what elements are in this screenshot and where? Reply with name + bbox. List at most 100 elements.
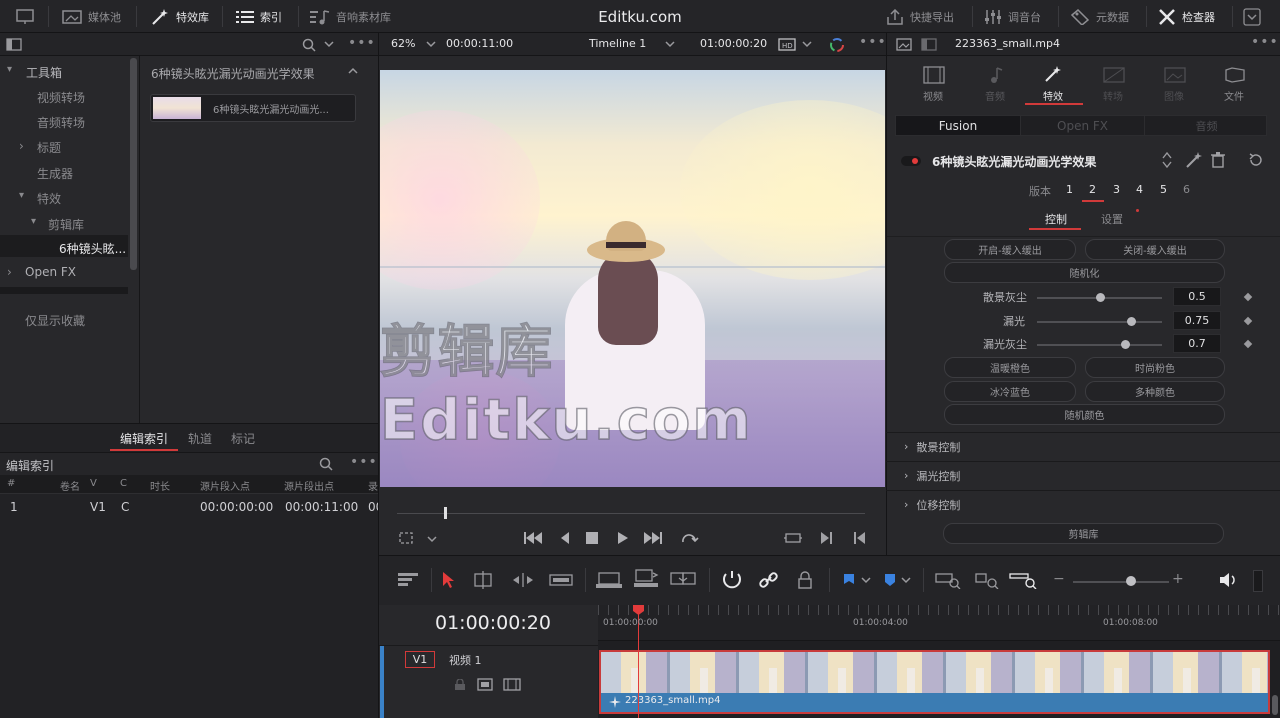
version-2[interactable]: 2 bbox=[1089, 183, 1096, 196]
tab-image-icon-wrap[interactable] bbox=[1164, 66, 1186, 87]
more-options-icon[interactable]: ••• bbox=[859, 34, 887, 50]
next-edit-icon[interactable] bbox=[820, 531, 834, 545]
more-options-icon[interactable]: ••• bbox=[348, 35, 376, 51]
selection-pointer-icon[interactable] bbox=[441, 571, 455, 589]
table-row[interactable]: 1 V1 C 00:00:00:00 00:00:11:00 00 bbox=[0, 496, 383, 518]
linked-selection-icon[interactable] bbox=[759, 571, 779, 589]
timeline-tracks-area[interactable]: 223363_small.mp4 bbox=[598, 605, 1280, 718]
keyframe-diamond-icon[interactable] bbox=[1243, 292, 1253, 302]
disable-track-icon[interactable] bbox=[503, 678, 521, 691]
dynamic-trim-icon[interactable] bbox=[511, 571, 535, 589]
value-bokeh-dust[interactable]: 0.5 bbox=[1173, 287, 1221, 306]
search-icon[interactable] bbox=[319, 457, 333, 471]
column-source-out[interactable]: 源片段出点 bbox=[284, 478, 334, 493]
more-options-icon[interactable]: ••• bbox=[350, 454, 378, 470]
track-lock-icon[interactable] bbox=[454, 679, 466, 691]
tab-audio-icon-wrap[interactable] bbox=[985, 66, 1003, 87]
slider-knob[interactable] bbox=[1120, 340, 1130, 349]
timeline-timecode[interactable]: 01:00:00:20 bbox=[435, 612, 551, 634]
match-frame-icon[interactable] bbox=[784, 531, 802, 545]
tab-edit-index[interactable]: 编辑索引 bbox=[120, 430, 168, 447]
color-wheel-icon[interactable] bbox=[828, 36, 846, 54]
tab-image[interactable]: 图像 bbox=[1164, 88, 1184, 103]
timeline-name[interactable]: Timeline 1 bbox=[589, 37, 646, 50]
slider-light-leak[interactable] bbox=[1037, 317, 1162, 326]
cold-blue-button[interactable]: 冰冷蓝色 bbox=[944, 381, 1076, 402]
tree-arrow-effects[interactable]: ▾ bbox=[19, 190, 24, 201]
overwrite-clip-icon[interactable] bbox=[633, 569, 659, 589]
tab-tracks[interactable]: 轨道 bbox=[188, 430, 212, 447]
effects-library-button[interactable]: 特效库 bbox=[150, 0, 209, 33]
skip-to-end-icon[interactable] bbox=[643, 531, 663, 545]
slider-knob[interactable] bbox=[1126, 317, 1136, 326]
insert-clip-icon[interactable] bbox=[595, 571, 623, 589]
tree-item-video-transitions[interactable]: 视频转场 bbox=[37, 89, 85, 106]
section-leak-control[interactable]: › 漏光控制 bbox=[886, 461, 1280, 489]
previous-edit-icon[interactable] bbox=[853, 531, 867, 545]
tab-effects-icon-wrap[interactable] bbox=[1043, 65, 1063, 86]
collapse-chevron-icon[interactable] bbox=[348, 67, 358, 74]
chevron-down-icon[interactable] bbox=[427, 536, 437, 543]
value-leak-dust[interactable]: 0.7 bbox=[1173, 334, 1221, 353]
tree-item-lens-flare[interactable]: 6种镜头眩... bbox=[59, 240, 126, 257]
tree-item-titles[interactable]: 标题 bbox=[37, 139, 61, 156]
hd-icon[interactable]: HD bbox=[778, 38, 796, 51]
zoom-in-icon[interactable]: + bbox=[1172, 571, 1184, 587]
favorites-only-toggle[interactable]: 仅显示收藏 bbox=[25, 312, 85, 329]
tab-video[interactable]: 视频 bbox=[923, 88, 943, 103]
quick-export-button[interactable]: 快捷导出 bbox=[886, 0, 954, 33]
magic-wand-icon[interactable] bbox=[1184, 151, 1204, 169]
speaker-icon[interactable] bbox=[1219, 572, 1237, 588]
chevron-down-icon[interactable] bbox=[861, 577, 871, 584]
chevron-down-icon[interactable] bbox=[802, 41, 812, 48]
tab-control[interactable]: 控制 bbox=[1045, 211, 1067, 227]
panel-split-icon[interactable] bbox=[921, 38, 937, 51]
subtab-fusion[interactable]: Fusion bbox=[896, 116, 1020, 135]
version-5[interactable]: 5 bbox=[1160, 183, 1167, 196]
metadata-button[interactable]: 元数据 bbox=[1070, 0, 1129, 33]
tab-settings[interactable]: 设置 bbox=[1101, 211, 1123, 227]
blade-edit-icon[interactable] bbox=[549, 571, 573, 589]
tree-item-openfx[interactable]: Open FX bbox=[25, 265, 76, 279]
column-reel[interactable]: 卷名 bbox=[60, 478, 80, 493]
timeline-vscrollbar[interactable] bbox=[1272, 695, 1278, 715]
search-icon[interactable] bbox=[302, 38, 316, 52]
tree-arrow-clip-library[interactable]: ▾ bbox=[31, 216, 36, 227]
marker-icon[interactable] bbox=[884, 573, 896, 587]
tab-effects[interactable]: 特效 bbox=[1043, 88, 1063, 103]
tree-arrow-toolbox[interactable]: ▾ bbox=[7, 64, 12, 75]
zoom-chevron-icon[interactable] bbox=[426, 41, 436, 48]
timeline-view-options-icon[interactable] bbox=[397, 572, 419, 588]
tree-item-clip-library[interactable]: 剪辑库 bbox=[48, 216, 84, 233]
sound-library-button[interactable]: 音响素材库 bbox=[310, 0, 391, 33]
tab-file-icon-wrap[interactable] bbox=[1224, 66, 1246, 87]
mixer-button[interactable]: 调音台 bbox=[984, 0, 1041, 33]
keyframe-diamond-icon[interactable] bbox=[1243, 339, 1253, 349]
loop-icon[interactable] bbox=[679, 530, 699, 546]
multi-color-button[interactable]: 多种颜色 bbox=[1085, 381, 1225, 402]
scrubber-playhead[interactable] bbox=[443, 507, 447, 519]
reset-icon[interactable] bbox=[1248, 152, 1264, 168]
ease-in-out-on-button[interactable]: 开启-缓入缓出 bbox=[944, 239, 1076, 260]
tree-scrollbar[interactable] bbox=[130, 58, 137, 270]
column-c[interactable]: C bbox=[120, 478, 127, 489]
track-destination-v1[interactable]: V1 bbox=[405, 651, 435, 668]
zoom-level[interactable]: 62% bbox=[391, 37, 415, 50]
version-6[interactable]: 6 bbox=[1183, 183, 1190, 196]
step-back-icon[interactable] bbox=[559, 531, 571, 545]
ease-in-out-off-button[interactable]: 关闭-缓入缓出 bbox=[1085, 239, 1225, 260]
timeline-chevron-icon[interactable] bbox=[665, 41, 675, 48]
position-lock-icon[interactable] bbox=[797, 571, 813, 589]
index-button[interactable]: 索引 bbox=[236, 0, 282, 33]
random-color-button[interactable]: 随机颜色 bbox=[944, 404, 1225, 425]
value-light-leak[interactable]: 0.75 bbox=[1173, 311, 1221, 330]
trash-icon[interactable] bbox=[1211, 152, 1225, 168]
track-name[interactable]: 视频 1 bbox=[449, 652, 482, 668]
version-3[interactable]: 3 bbox=[1113, 183, 1120, 196]
column-v[interactable]: V bbox=[90, 478, 97, 489]
section-offset-control[interactable]: › 位移控制 bbox=[886, 490, 1280, 518]
more-options-icon[interactable]: ••• bbox=[1251, 34, 1279, 50]
slider-leak-dust[interactable] bbox=[1037, 340, 1162, 349]
tab-transition[interactable]: 转场 bbox=[1103, 88, 1123, 103]
randomize-button[interactable]: 随机化 bbox=[944, 262, 1225, 283]
